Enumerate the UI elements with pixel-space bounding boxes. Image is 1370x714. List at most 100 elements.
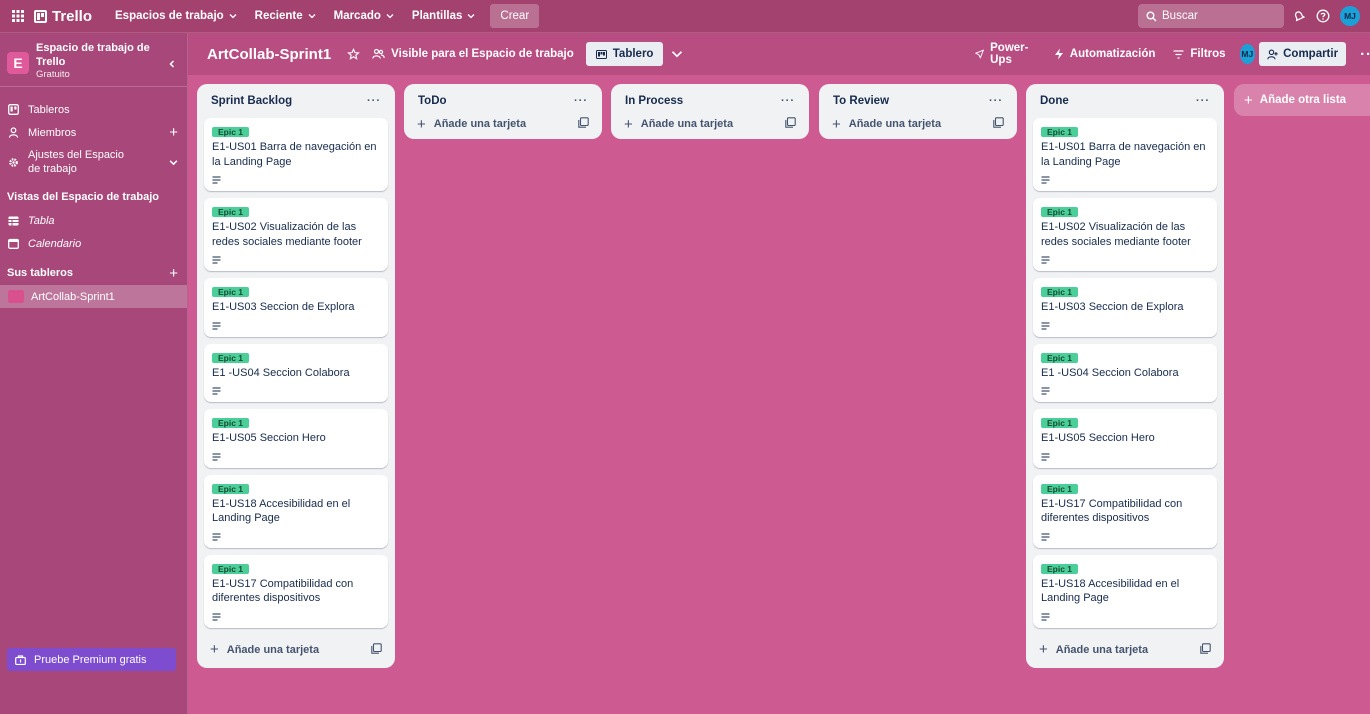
- card-label[interactable]: Epic 1: [1041, 287, 1079, 297]
- card[interactable]: Epic 1 E1-US01 Barra de navegación en la …: [204, 118, 388, 191]
- card-label[interactable]: Epic 1: [1041, 563, 1079, 574]
- card[interactable]: Epic 1 E1-US18 Accesibilidad en el Landin…: [204, 474, 388, 548]
- trello-logo[interactable]: Trello: [34, 8, 92, 25]
- nav-starred[interactable]: Marcado: [325, 4, 403, 28]
- card[interactable]: Epic 1 E1-US02 Visualización de las redes…: [1033, 198, 1217, 271]
- share-button[interactable]: Compartir: [1259, 42, 1347, 66]
- card-label[interactable]: Epic 1: [212, 418, 250, 428]
- card-label[interactable]: Epic 1: [212, 563, 250, 574]
- nav-templates[interactable]: Plantillas: [403, 4, 485, 28]
- premium-icon: [15, 654, 26, 665]
- powerups-button[interactable]: Power-Ups: [975, 42, 1036, 66]
- board-view-button[interactable]: Tablero: [585, 42, 664, 66]
- list-title[interactable]: Done: [1040, 95, 1069, 107]
- card-label[interactable]: Epic 1: [212, 207, 250, 217]
- chevron-down-icon[interactable]: [671, 48, 683, 60]
- sidebar-view-table[interactable]: Tabla: [0, 209, 187, 232]
- board-menu-icon[interactable]: ···: [1360, 46, 1370, 63]
- card-title: E1-US05 Seccion Hero: [1041, 432, 1155, 444]
- list-header[interactable]: Sprint Backlog ···: [204, 84, 388, 118]
- nav-workspaces[interactable]: Espacios de trabajo: [106, 4, 246, 28]
- list-menu-icon[interactable]: ···: [367, 95, 381, 107]
- card[interactable]: Epic 1 E1-US02 Visualización de las redes…: [204, 198, 388, 271]
- star-board-button[interactable]: [347, 47, 361, 61]
- sidebar-view-label: Calendario: [28, 237, 82, 250]
- board-header: ArtCollab-Sprint1 Visible para el Espaci…: [188, 33, 1370, 75]
- card-label[interactable]: Epic 1: [1041, 352, 1079, 363]
- card[interactable]: Epic 1 E1-US03 Seccion de Explora: [204, 278, 388, 337]
- card[interactable]: Epic 1 E1-US18 Accesibilidad en el Landin…: [1033, 554, 1217, 628]
- list-title[interactable]: Sprint Backlog: [211, 95, 292, 107]
- list-menu-icon[interactable]: ···: [1196, 95, 1210, 107]
- create-from-template-icon[interactable]: [785, 117, 796, 131]
- add-card-button[interactable]: + Añade una tarjeta: [204, 632, 388, 668]
- description-icon: [1041, 320, 1209, 332]
- list-header[interactable]: Done ···: [1033, 84, 1217, 118]
- search-input[interactable]: [1162, 10, 1272, 22]
- create-button[interactable]: Crear: [490, 4, 540, 28]
- filters-button[interactable]: Filtros: [1173, 48, 1226, 60]
- sidebar: E Espacio de trabajo de Trello Gratuito …: [0, 33, 188, 714]
- sidebar-item-boards[interactable]: Tableros: [0, 98, 187, 121]
- collapse-sidebar-icon[interactable]: [164, 56, 180, 72]
- card-label[interactable]: Epic 1: [1041, 418, 1079, 428]
- add-card-button[interactable]: + Añade una tarjeta: [1033, 632, 1217, 668]
- create-from-template-icon[interactable]: [1200, 642, 1211, 657]
- list-menu-icon[interactable]: ···: [989, 95, 1003, 107]
- search-box[interactable]: [1138, 4, 1284, 28]
- help-icon[interactable]: [1316, 9, 1330, 23]
- table-icon: [8, 216, 19, 225]
- sidebar-view-label: Tabla: [28, 214, 55, 227]
- card-label[interactable]: Epic 1: [1041, 483, 1079, 494]
- notifications-icon[interactable]: [1292, 9, 1306, 23]
- card-title: E1-US17 Compatibilidad con diferentes di…: [1041, 497, 1183, 525]
- sidebar-view-calendar[interactable]: Calendario: [0, 232, 187, 255]
- add-list-button[interactable]: + Añade otra lista: [1234, 84, 1370, 116]
- card-label[interactable]: Epic 1: [1041, 207, 1079, 217]
- sidebar-board-artcollab[interactable]: ArtCollab-Sprint1: [0, 285, 187, 308]
- description-icon: [1041, 174, 1209, 186]
- automation-button[interactable]: Automatización: [1054, 48, 1155, 60]
- create-from-template-icon[interactable]: [578, 117, 589, 131]
- sidebar-item-settings[interactable]: Ajustes del Espacio de trabajo: [0, 144, 187, 180]
- add-card-button[interactable]: + Añade una tarjeta: [826, 110, 1010, 138]
- list-menu-icon[interactable]: ···: [574, 95, 588, 107]
- nav-templates-label: Plantillas: [411, 10, 463, 22]
- card-title: E1-US01 Barra de navegación en la Landin…: [1041, 141, 1206, 168]
- create-from-template-icon[interactable]: [993, 117, 1004, 131]
- card[interactable]: Epic 1 E1-US17 Compatibilidad con diferen…: [1033, 474, 1217, 548]
- user-avatar[interactable]: MJ: [1340, 6, 1360, 26]
- card[interactable]: Epic 1 E1-US17 Compatibilidad con diferen…: [204, 554, 388, 628]
- description-icon: [212, 611, 380, 623]
- card[interactable]: Epic 1 E1-US05 Seccion Hero: [204, 409, 388, 468]
- list-title[interactable]: In Process: [625, 95, 683, 107]
- card[interactable]: Epic 1 E1 -US04 Seccion Colabora: [1033, 343, 1217, 402]
- card-label[interactable]: Epic 1: [212, 127, 250, 137]
- powerups-label: Power-Ups: [990, 42, 1029, 66]
- card[interactable]: Epic 1 E1-US03 Seccion de Explora: [1033, 278, 1217, 337]
- add-member-icon[interactable]: +: [169, 125, 178, 140]
- add-card-button[interactable]: + Añade una tarjeta: [411, 110, 595, 138]
- description-icon: [1041, 451, 1209, 463]
- add-board-icon[interactable]: +: [169, 265, 178, 282]
- nav-recent[interactable]: Reciente: [246, 4, 325, 28]
- list-title[interactable]: ToDo: [418, 95, 447, 107]
- app-switcher-icon[interactable]: [8, 6, 28, 26]
- board-title[interactable]: ArtCollab-Sprint1: [207, 46, 331, 63]
- card-label[interactable]: Epic 1: [212, 483, 250, 494]
- card-label[interactable]: Epic 1: [1041, 127, 1079, 137]
- card[interactable]: Epic 1 E1-US05 Seccion Hero: [1033, 409, 1217, 468]
- card-label[interactable]: Epic 1: [212, 287, 250, 297]
- create-from-template-icon[interactable]: [371, 642, 382, 657]
- list-menu-icon[interactable]: ···: [781, 95, 795, 107]
- card[interactable]: Epic 1 E1 -US04 Seccion Colabora: [204, 343, 388, 402]
- card[interactable]: Epic 1 E1-US01 Barra de navegación en la …: [1033, 118, 1217, 191]
- board-member-avatar[interactable]: MJ: [1239, 44, 1256, 64]
- visibility-button[interactable]: Visible para el Espacio de trabajo: [372, 48, 574, 60]
- card-label[interactable]: Epic 1: [212, 352, 250, 363]
- try-premium-button[interactable]: Pruebe Premium gratis: [7, 648, 176, 671]
- sidebar-item-members[interactable]: Miembros +: [0, 121, 187, 144]
- list-title[interactable]: To Review: [833, 95, 889, 107]
- workspace-name[interactable]: Espacio de trabajo de Trello: [36, 41, 151, 69]
- add-card-button[interactable]: + Añade una tarjeta: [618, 110, 802, 138]
